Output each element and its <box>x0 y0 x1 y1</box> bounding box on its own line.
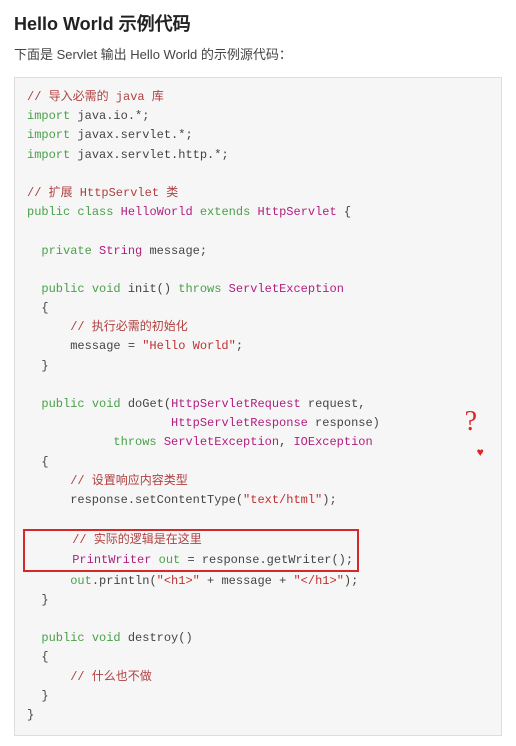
string-texthtml: "text/html" <box>243 493 322 507</box>
sp <box>27 631 41 645</box>
sp <box>151 553 158 567</box>
comment-import: // 导入必需的 java 库 <box>27 90 164 104</box>
kw-extends: extends <box>200 205 250 219</box>
kw-throws: throws <box>113 435 156 449</box>
comment-init: // 执行必需的初始化 <box>27 320 188 334</box>
txt: message; <box>142 244 207 258</box>
page-subtitle: 下面是 Servlet 输出 Hello World 的示例源代码： <box>14 44 502 63</box>
kw-throws: throws <box>178 282 221 296</box>
kw-import: import <box>27 128 70 142</box>
sp <box>27 416 171 430</box>
sp <box>85 282 92 296</box>
txt: .println( <box>92 574 157 588</box>
txt: doGet( <box>121 397 171 411</box>
txt: } <box>27 689 49 703</box>
sp <box>27 435 113 449</box>
sp <box>85 631 92 645</box>
txt: java.io.*; <box>70 109 149 123</box>
sp <box>92 244 99 258</box>
sp <box>221 282 228 296</box>
sp <box>27 574 70 588</box>
comment-logic: // 实际的逻辑是在这里 <box>29 533 202 547</box>
string-hello: "Hello World" <box>142 339 236 353</box>
type-ioexception: IOException <box>293 435 372 449</box>
txt: javax.servlet.http.*; <box>70 148 228 162</box>
string-h1close: "</h1>" <box>293 574 343 588</box>
txt: response.setContentType( <box>27 493 243 507</box>
txt: } <box>27 708 34 722</box>
kw-import: import <box>27 109 70 123</box>
type-request: HttpServletRequest <box>171 397 301 411</box>
txt: + message + <box>200 574 294 588</box>
comment-nothing: // 什么也不做 <box>27 670 152 684</box>
type-helloworld: HelloWorld <box>121 205 193 219</box>
txt: javax.servlet.*; <box>70 128 192 142</box>
sp <box>27 244 41 258</box>
txt: init() <box>121 282 179 296</box>
type-servletexception: ServletException <box>229 282 344 296</box>
kw-public: public <box>41 282 84 296</box>
comment-extend: // 扩展 HttpServlet 类 <box>27 186 178 200</box>
sp <box>157 435 164 449</box>
kw-class: class <box>77 205 113 219</box>
string-h1open: "<h1>" <box>157 574 200 588</box>
comment-contenttype: // 设置响应内容类型 <box>27 474 188 488</box>
txt: { <box>27 455 49 469</box>
kw-public: public <box>41 397 84 411</box>
kw-public: public <box>27 205 70 219</box>
txt: , <box>279 435 293 449</box>
txt: response) <box>308 416 380 430</box>
kw-import: import <box>27 148 70 162</box>
txt: ); <box>322 493 336 507</box>
kw-private: private <box>41 244 91 258</box>
var-out: out <box>70 574 92 588</box>
txt: } <box>27 359 49 373</box>
sp <box>27 397 41 411</box>
kw-void: void <box>92 631 121 645</box>
txt: request, <box>301 397 366 411</box>
txt: ; <box>236 339 243 353</box>
sp <box>193 205 200 219</box>
highlighted-line-box: // 实际的逻辑是在这里 PrintWriter out = response.… <box>23 529 359 571</box>
kw-void: void <box>92 282 121 296</box>
page-title: Hello World 示例代码 <box>14 10 502 36</box>
sp <box>27 282 41 296</box>
txt: { <box>27 650 49 664</box>
sp <box>85 397 92 411</box>
txt: destroy() <box>121 631 193 645</box>
kw-void: void <box>92 397 121 411</box>
txt: = response.getWriter(); <box>180 553 353 567</box>
sp <box>113 205 120 219</box>
txt: } <box>27 593 49 607</box>
code-example-block: // 导入必需的 java 库 import java.io.*; import… <box>14 77 502 736</box>
sp <box>29 553 72 567</box>
type-httpservlet: HttpServlet <box>257 205 336 219</box>
txt: { <box>27 301 49 315</box>
type-string: String <box>99 244 142 258</box>
kw-public: public <box>41 631 84 645</box>
type-printwriter: PrintWriter <box>72 553 151 567</box>
type-response: HttpServletResponse <box>171 416 308 430</box>
var-out: out <box>159 553 181 567</box>
txt: ); <box>344 574 358 588</box>
code-content: // 导入必需的 java 库 import java.io.*; import… <box>27 88 489 725</box>
txt: { <box>337 205 351 219</box>
txt: message = <box>27 339 142 353</box>
type-servletexception: ServletException <box>164 435 279 449</box>
